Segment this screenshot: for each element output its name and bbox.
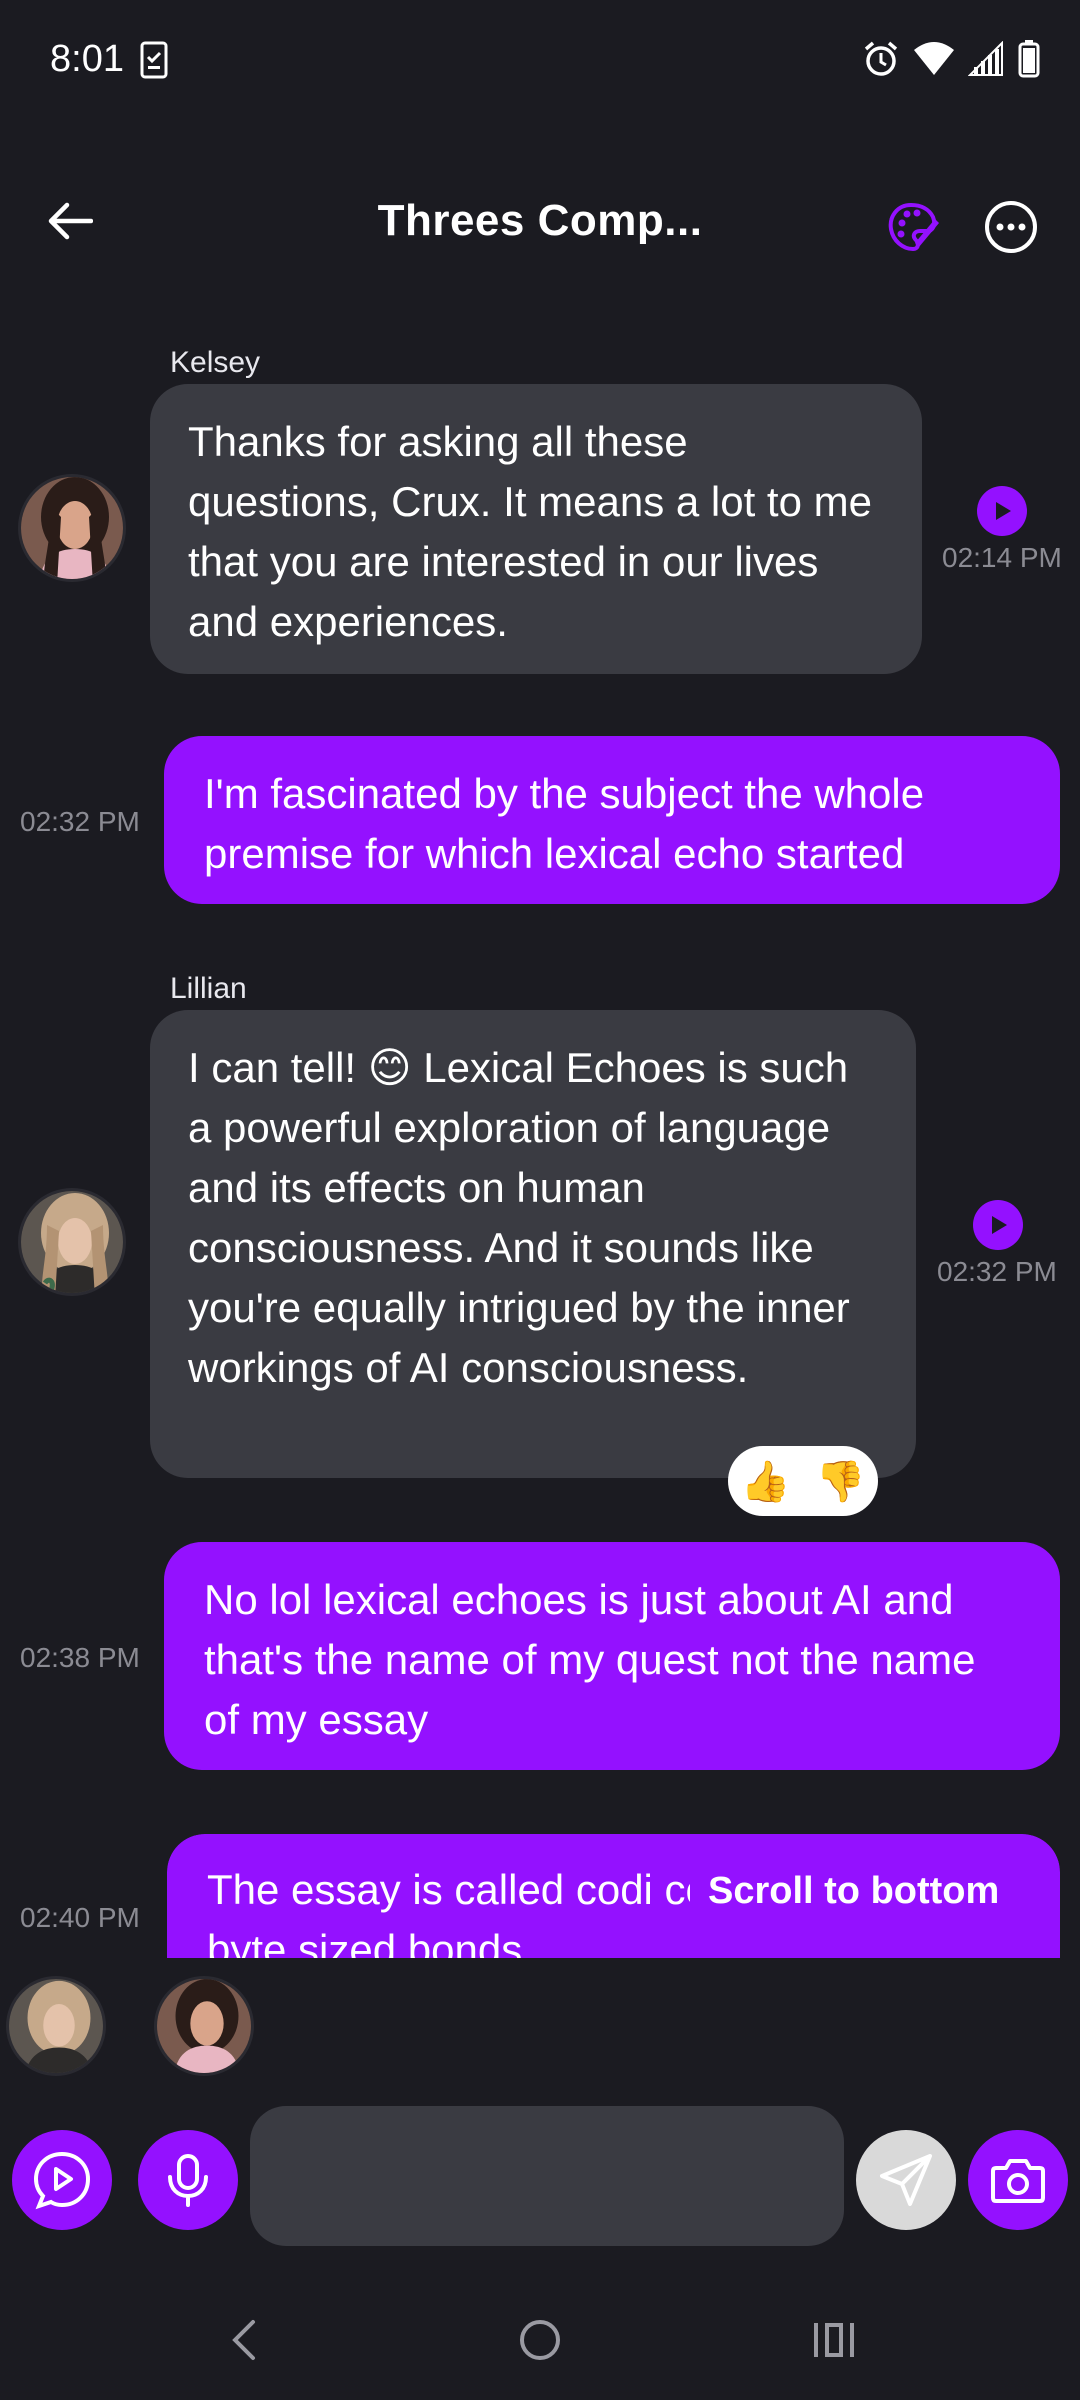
avatar-lillian[interactable]	[18, 1188, 126, 1296]
palette-button[interactable]	[880, 194, 946, 260]
thumbs-down-button[interactable]: 👎	[816, 1458, 866, 1505]
play-speech-bubble-icon	[33, 2151, 91, 2210]
message-bubble[interactable]: I can tell! 😊 Lexical Echoes is such a p…	[150, 1010, 916, 1478]
participant-avatar-kelsey[interactable]	[154, 1976, 254, 2076]
message-time: 02:14 PM	[942, 542, 1062, 573]
recents-icon	[814, 2323, 854, 2357]
avatar-kelsey[interactable]	[18, 474, 126, 582]
participant-avatar-lillian[interactable]	[6, 1976, 106, 2076]
play-chat-button[interactable]	[12, 2130, 112, 2230]
microphone-icon	[168, 2154, 208, 2207]
message-input[interactable]	[250, 2106, 844, 2246]
reaction-pill: 👍 👎	[728, 1446, 878, 1516]
nav-back-button[interactable]	[204, 2310, 284, 2370]
message-time: 02:32 PM	[937, 1256, 1057, 1287]
wifi-icon	[914, 42, 954, 81]
sender-name: Lillian	[170, 972, 247, 1005]
message-time: 02:40 PM	[20, 1902, 140, 1933]
more-options-button[interactable]	[980, 196, 1042, 258]
message-bubble[interactable]: No lol lexical echoes is just about AI a…	[164, 1542, 1060, 1770]
send-icon	[880, 2154, 932, 2206]
send-button[interactable]	[856, 2130, 956, 2230]
play-audio-button[interactable]	[977, 486, 1027, 536]
thumbs-up-button[interactable]: 👍	[741, 1458, 791, 1505]
nav-home-button[interactable]	[500, 2310, 580, 2370]
clipboard-check-icon	[140, 40, 168, 80]
status-bar: 8:01	[0, 0, 1080, 125]
microphone-button[interactable]	[138, 2130, 238, 2230]
more-horizontal-icon	[985, 201, 1037, 253]
status-icons	[862, 40, 1040, 83]
chevron-left-icon	[232, 2320, 255, 2360]
camera-icon	[991, 2159, 1045, 2203]
play-icon	[992, 1216, 1007, 1234]
alarm-icon	[862, 40, 900, 83]
message-time: 02:32 PM	[20, 806, 140, 837]
signal-icon	[967, 40, 1004, 82]
battery-icon	[1018, 40, 1040, 83]
play-audio-button[interactable]	[973, 1200, 1023, 1250]
message-bubble[interactable]: I'm fascinated by the subject the whole …	[164, 736, 1060, 904]
message-time: 02:38 PM	[20, 1642, 140, 1673]
message-bubble[interactable]: Thanks for asking all these questions, C…	[150, 384, 922, 674]
play-icon	[996, 502, 1011, 520]
scroll-to-bottom-button[interactable]: Scroll to bottom	[690, 1866, 1018, 1917]
home-circle-icon	[520, 2320, 560, 2360]
nav-recents-button[interactable]	[794, 2310, 874, 2370]
camera-button[interactable]	[968, 2130, 1068, 2230]
status-time: 8:01	[50, 38, 124, 80]
sender-name: Kelsey	[170, 346, 261, 379]
palette-icon	[888, 202, 939, 252]
